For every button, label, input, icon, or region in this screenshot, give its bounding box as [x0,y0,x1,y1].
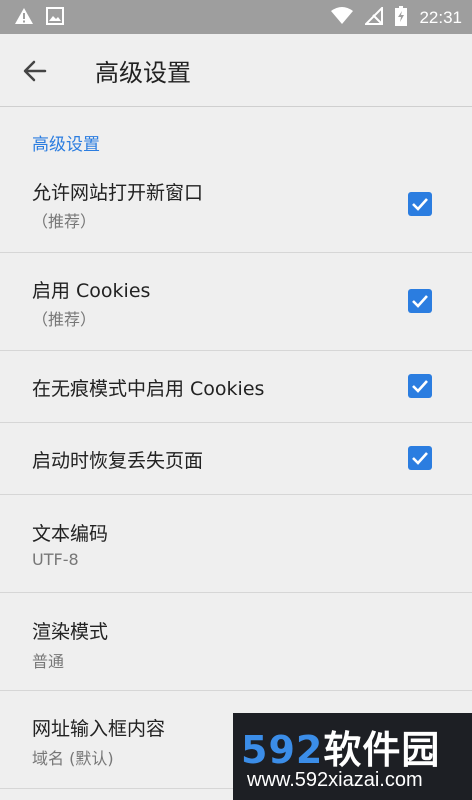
image-notification-icon [46,7,64,29]
setting-value: 域名 (默认) [32,749,114,768]
checkbox-checked[interactable] [408,446,432,470]
setting-row-text-encoding[interactable]: 文本编码 UTF-8 [0,494,472,593]
status-time: 22:31 [419,8,462,27]
checkbox-checked[interactable] [408,192,432,216]
setting-row-render-mode[interactable]: 渲染模式 普通 [0,592,472,691]
back-arrow-icon[interactable] [20,56,50,86]
checkbox-checked[interactable] [408,289,432,313]
setting-row-open-new-windows[interactable]: 允许网站打开新窗口 （推荐） [0,160,472,253]
setting-value: UTF-8 [32,550,79,569]
app-bar: 高级设置 [0,34,472,107]
setting-title: 在无痕模式中启用 Cookies [32,378,265,400]
setting-title: 渲染模式 [32,621,109,643]
setting-row-restore-pages[interactable]: 启动时恢复丢失页面 [0,422,472,495]
warning-icon [14,7,34,29]
wifi-icon [331,7,354,29]
setting-row-enable-cookies[interactable]: 启用 Cookies （推荐） [0,252,472,351]
setting-subtitle: （推荐） [32,310,97,329]
battery-charging-icon [395,6,408,30]
section-header: 高级设置 [32,135,100,155]
status-bar: 22:31 [0,0,472,34]
checkmark-icon [412,380,428,393]
setting-title: 启动时恢复丢失页面 [32,450,204,472]
setting-title: 文本编码 [32,523,109,545]
setting-title: 允许网站打开新窗口 [32,182,204,204]
watermark-url: www.592xiazai.com [247,769,423,791]
checkmark-icon [412,295,428,308]
page-title: 高级设置 [95,59,191,87]
setting-value: 普通 [32,652,65,671]
checkmark-icon [412,198,428,211]
setting-title: 网址输入框内容 [32,718,166,740]
checkbox-checked[interactable] [408,374,432,398]
setting-row-incognito-cookies[interactable]: 在无痕模式中启用 Cookies [0,350,472,423]
setting-title: 启用 Cookies [32,280,151,302]
setting-subtitle: （推荐） [32,212,97,231]
checkmark-icon [412,452,428,465]
no-signal-icon [364,5,384,29]
watermark-brand: 592软件园 [241,728,441,772]
watermark-logo: 592软件园 www.592xiazai.com [233,713,472,800]
